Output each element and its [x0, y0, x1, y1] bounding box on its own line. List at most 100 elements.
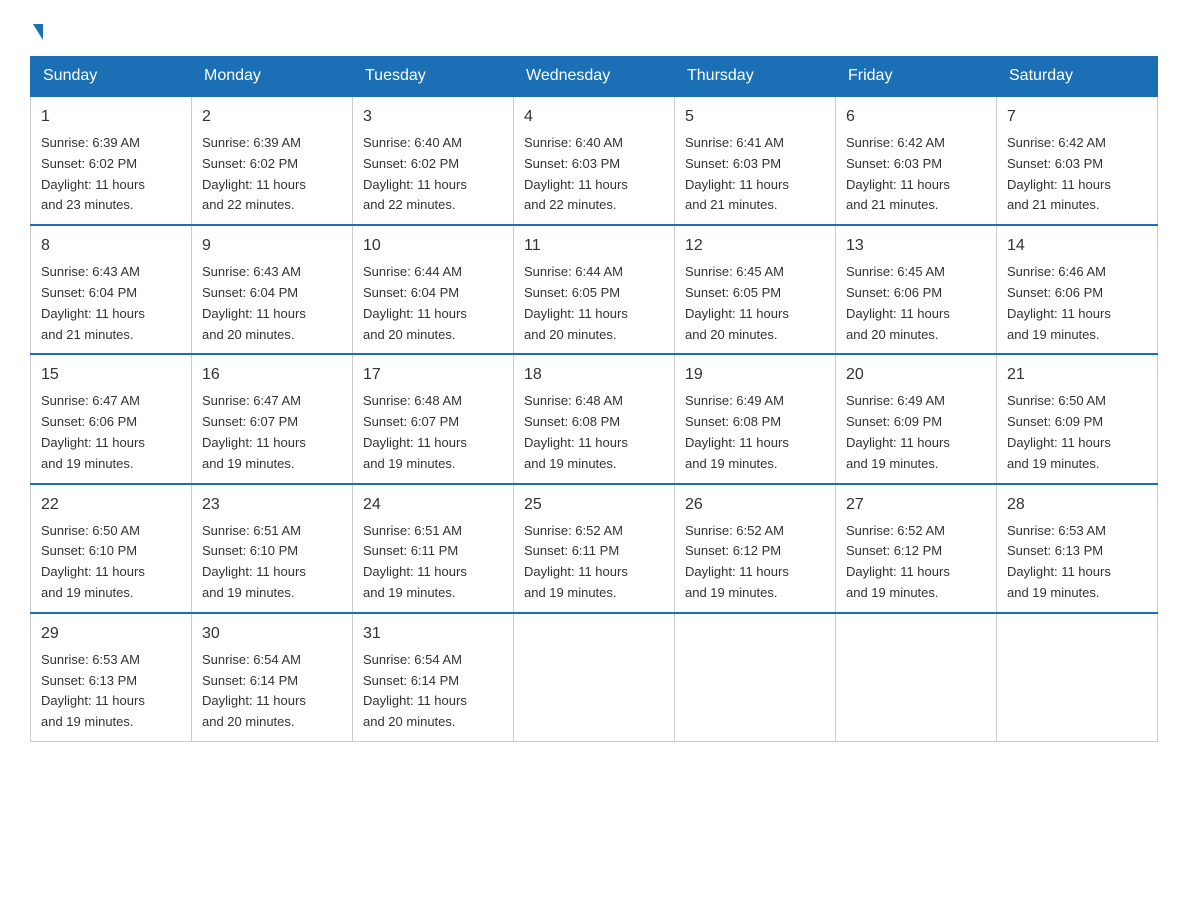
day-info: Sunrise: 6:45 AMSunset: 6:06 PMDaylight:… — [846, 264, 950, 341]
day-info: Sunrise: 6:47 AMSunset: 6:07 PMDaylight:… — [202, 393, 306, 470]
day-info: Sunrise: 6:54 AMSunset: 6:14 PMDaylight:… — [202, 652, 306, 729]
day-of-week-header: Saturday — [997, 57, 1158, 97]
day-info: Sunrise: 6:51 AMSunset: 6:10 PMDaylight:… — [202, 523, 306, 600]
day-number: 24 — [363, 493, 503, 517]
day-info: Sunrise: 6:54 AMSunset: 6:14 PMDaylight:… — [363, 652, 467, 729]
day-number: 31 — [363, 622, 503, 646]
calendar-cell: 10 Sunrise: 6:44 AMSunset: 6:04 PMDaylig… — [353, 225, 514, 354]
calendar-cell — [514, 613, 675, 742]
calendar-cell — [997, 613, 1158, 742]
calendar-cell: 21 Sunrise: 6:50 AMSunset: 6:09 PMDaylig… — [997, 354, 1158, 483]
day-number: 7 — [1007, 105, 1147, 129]
calendar-cell: 1 Sunrise: 6:39 AMSunset: 6:02 PMDayligh… — [31, 96, 192, 225]
day-number: 21 — [1007, 363, 1147, 387]
calendar-cell: 22 Sunrise: 6:50 AMSunset: 6:10 PMDaylig… — [31, 484, 192, 613]
calendar-week-row: 15 Sunrise: 6:47 AMSunset: 6:06 PMDaylig… — [31, 354, 1158, 483]
day-info: Sunrise: 6:42 AMSunset: 6:03 PMDaylight:… — [846, 135, 950, 212]
day-info: Sunrise: 6:44 AMSunset: 6:05 PMDaylight:… — [524, 264, 628, 341]
day-info: Sunrise: 6:52 AMSunset: 6:12 PMDaylight:… — [846, 523, 950, 600]
calendar-cell: 17 Sunrise: 6:48 AMSunset: 6:07 PMDaylig… — [353, 354, 514, 483]
day-number: 29 — [41, 622, 181, 646]
day-info: Sunrise: 6:50 AMSunset: 6:10 PMDaylight:… — [41, 523, 145, 600]
day-info: Sunrise: 6:47 AMSunset: 6:06 PMDaylight:… — [41, 393, 145, 470]
day-number: 27 — [846, 493, 986, 517]
day-of-week-header: Thursday — [675, 57, 836, 97]
calendar-cell: 23 Sunrise: 6:51 AMSunset: 6:10 PMDaylig… — [192, 484, 353, 613]
logo — [30, 20, 43, 36]
calendar-cell: 8 Sunrise: 6:43 AMSunset: 6:04 PMDayligh… — [31, 225, 192, 354]
day-of-week-header: Friday — [836, 57, 997, 97]
day-number: 23 — [202, 493, 342, 517]
calendar-cell: 16 Sunrise: 6:47 AMSunset: 6:07 PMDaylig… — [192, 354, 353, 483]
day-info: Sunrise: 6:51 AMSunset: 6:11 PMDaylight:… — [363, 523, 467, 600]
calendar-cell: 2 Sunrise: 6:39 AMSunset: 6:02 PMDayligh… — [192, 96, 353, 225]
calendar-cell — [675, 613, 836, 742]
calendar-cell: 6 Sunrise: 6:42 AMSunset: 6:03 PMDayligh… — [836, 96, 997, 225]
calendar-cell: 14 Sunrise: 6:46 AMSunset: 6:06 PMDaylig… — [997, 225, 1158, 354]
day-info: Sunrise: 6:45 AMSunset: 6:05 PMDaylight:… — [685, 264, 789, 341]
calendar-cell: 27 Sunrise: 6:52 AMSunset: 6:12 PMDaylig… — [836, 484, 997, 613]
logo-triangle-icon — [33, 24, 43, 40]
day-info: Sunrise: 6:49 AMSunset: 6:08 PMDaylight:… — [685, 393, 789, 470]
day-number: 2 — [202, 105, 342, 129]
day-number: 19 — [685, 363, 825, 387]
day-number: 18 — [524, 363, 664, 387]
day-info: Sunrise: 6:49 AMSunset: 6:09 PMDaylight:… — [846, 393, 950, 470]
calendar-table: SundayMondayTuesdayWednesdayThursdayFrid… — [30, 56, 1158, 742]
day-of-week-header: Wednesday — [514, 57, 675, 97]
calendar-cell: 18 Sunrise: 6:48 AMSunset: 6:08 PMDaylig… — [514, 354, 675, 483]
calendar-cell: 5 Sunrise: 6:41 AMSunset: 6:03 PMDayligh… — [675, 96, 836, 225]
calendar-cell: 12 Sunrise: 6:45 AMSunset: 6:05 PMDaylig… — [675, 225, 836, 354]
day-info: Sunrise: 6:48 AMSunset: 6:07 PMDaylight:… — [363, 393, 467, 470]
day-info: Sunrise: 6:53 AMSunset: 6:13 PMDaylight:… — [1007, 523, 1111, 600]
day-number: 13 — [846, 234, 986, 258]
calendar-cell — [836, 613, 997, 742]
day-number: 26 — [685, 493, 825, 517]
day-info: Sunrise: 6:41 AMSunset: 6:03 PMDaylight:… — [685, 135, 789, 212]
day-number: 25 — [524, 493, 664, 517]
day-number: 15 — [41, 363, 181, 387]
calendar-cell: 19 Sunrise: 6:49 AMSunset: 6:08 PMDaylig… — [675, 354, 836, 483]
day-info: Sunrise: 6:43 AMSunset: 6:04 PMDaylight:… — [202, 264, 306, 341]
day-info: Sunrise: 6:40 AMSunset: 6:03 PMDaylight:… — [524, 135, 628, 212]
calendar-cell: 9 Sunrise: 6:43 AMSunset: 6:04 PMDayligh… — [192, 225, 353, 354]
day-number: 20 — [846, 363, 986, 387]
day-number: 6 — [846, 105, 986, 129]
calendar-cell: 25 Sunrise: 6:52 AMSunset: 6:11 PMDaylig… — [514, 484, 675, 613]
day-of-week-header: Sunday — [31, 57, 192, 97]
day-number: 9 — [202, 234, 342, 258]
day-number: 5 — [685, 105, 825, 129]
day-number: 1 — [41, 105, 181, 129]
day-number: 30 — [202, 622, 342, 646]
day-number: 11 — [524, 234, 664, 258]
day-number: 14 — [1007, 234, 1147, 258]
day-number: 10 — [363, 234, 503, 258]
calendar-cell: 4 Sunrise: 6:40 AMSunset: 6:03 PMDayligh… — [514, 96, 675, 225]
day-info: Sunrise: 6:46 AMSunset: 6:06 PMDaylight:… — [1007, 264, 1111, 341]
day-number: 12 — [685, 234, 825, 258]
day-info: Sunrise: 6:48 AMSunset: 6:08 PMDaylight:… — [524, 393, 628, 470]
calendar-week-row: 22 Sunrise: 6:50 AMSunset: 6:10 PMDaylig… — [31, 484, 1158, 613]
day-info: Sunrise: 6:39 AMSunset: 6:02 PMDaylight:… — [202, 135, 306, 212]
calendar-cell: 26 Sunrise: 6:52 AMSunset: 6:12 PMDaylig… — [675, 484, 836, 613]
day-info: Sunrise: 6:43 AMSunset: 6:04 PMDaylight:… — [41, 264, 145, 341]
day-info: Sunrise: 6:50 AMSunset: 6:09 PMDaylight:… — [1007, 393, 1111, 470]
day-info: Sunrise: 6:44 AMSunset: 6:04 PMDaylight:… — [363, 264, 467, 341]
day-number: 4 — [524, 105, 664, 129]
calendar-cell: 15 Sunrise: 6:47 AMSunset: 6:06 PMDaylig… — [31, 354, 192, 483]
day-of-week-header: Monday — [192, 57, 353, 97]
day-info: Sunrise: 6:52 AMSunset: 6:11 PMDaylight:… — [524, 523, 628, 600]
calendar-week-row: 8 Sunrise: 6:43 AMSunset: 6:04 PMDayligh… — [31, 225, 1158, 354]
calendar-cell: 28 Sunrise: 6:53 AMSunset: 6:13 PMDaylig… — [997, 484, 1158, 613]
page-header — [30, 20, 1158, 36]
calendar-cell: 13 Sunrise: 6:45 AMSunset: 6:06 PMDaylig… — [836, 225, 997, 354]
day-of-week-header: Tuesday — [353, 57, 514, 97]
calendar-cell: 11 Sunrise: 6:44 AMSunset: 6:05 PMDaylig… — [514, 225, 675, 354]
day-number: 8 — [41, 234, 181, 258]
day-number: 28 — [1007, 493, 1147, 517]
calendar-cell: 20 Sunrise: 6:49 AMSunset: 6:09 PMDaylig… — [836, 354, 997, 483]
day-number: 22 — [41, 493, 181, 517]
calendar-cell: 3 Sunrise: 6:40 AMSunset: 6:02 PMDayligh… — [353, 96, 514, 225]
day-info: Sunrise: 6:53 AMSunset: 6:13 PMDaylight:… — [41, 652, 145, 729]
calendar-cell: 29 Sunrise: 6:53 AMSunset: 6:13 PMDaylig… — [31, 613, 192, 742]
